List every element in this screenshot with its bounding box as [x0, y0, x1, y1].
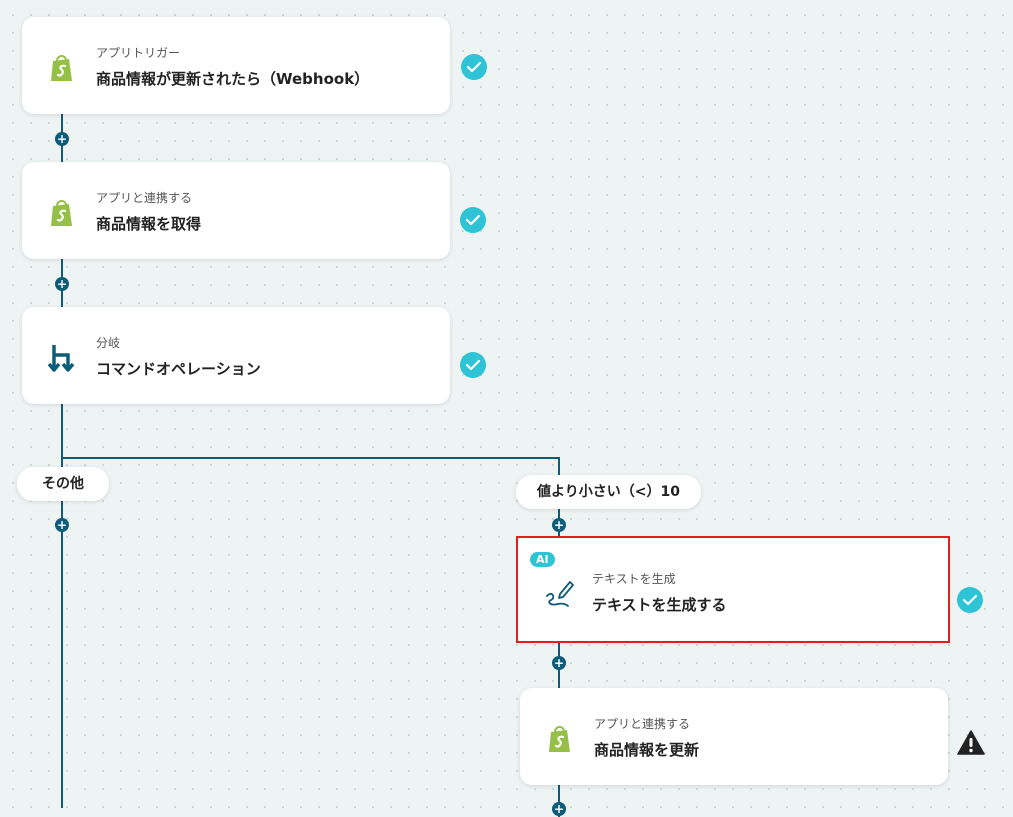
flow-step-card-get-product[interactable]: アプリと連携する 商品情報を取得 [22, 162, 450, 259]
step-type-label: 分岐 [96, 336, 121, 350]
connector-line [558, 457, 560, 477]
flow-step-card-update-product[interactable]: アプリと連携する 商品情報を更新 [520, 688, 948, 785]
step-title: 商品情報が更新されたら（Webhook） [96, 70, 370, 88]
shopify-icon [546, 724, 574, 754]
ai-badge: AI [530, 552, 555, 567]
add-step-button[interactable]: + [55, 132, 69, 146]
step-type-label: アプリと連携する [96, 191, 193, 205]
add-step-button[interactable]: + [55, 277, 69, 291]
branch-label-other[interactable]: その他 [17, 467, 109, 501]
step-title: 商品情報を更新 [594, 741, 700, 759]
branch-icon [47, 343, 76, 373]
add-step-button[interactable]: + [552, 518, 566, 532]
flow-step-card-trigger[interactable]: アプリトリガー 商品情報が更新されたら（Webhook） [22, 17, 450, 114]
step-type-label: アプリと連携する [594, 717, 691, 731]
flow-step-card-branch[interactable]: 分岐 コマンドオペレーション [22, 307, 450, 404]
step-type-label: テキストを生成 [592, 572, 676, 586]
add-step-button[interactable]: + [552, 656, 566, 670]
status-check-icon [957, 587, 983, 613]
status-check-icon [460, 352, 486, 378]
add-step-button[interactable]: + [55, 518, 69, 532]
shopify-icon [48, 198, 76, 228]
step-title: コマンドオペレーション [96, 360, 261, 378]
flow-step-card-generate-text[interactable]: AI テキストを生成 テキストを生成する [516, 536, 950, 643]
step-title: テキストを生成する [592, 596, 727, 614]
status-check-icon [461, 54, 487, 80]
status-check-icon [460, 207, 486, 233]
shopify-icon [48, 53, 76, 83]
step-title: 商品情報を取得 [96, 215, 202, 233]
add-step-button[interactable]: + [552, 802, 566, 816]
connector-line [61, 404, 63, 808]
branch-horizontal-line [61, 457, 559, 459]
step-type-label: アプリトリガー [96, 46, 181, 60]
pen-icon [544, 576, 574, 607]
warning-icon [957, 730, 985, 756]
branch-label-condition[interactable]: 値より小さい（<）10 [516, 475, 701, 509]
